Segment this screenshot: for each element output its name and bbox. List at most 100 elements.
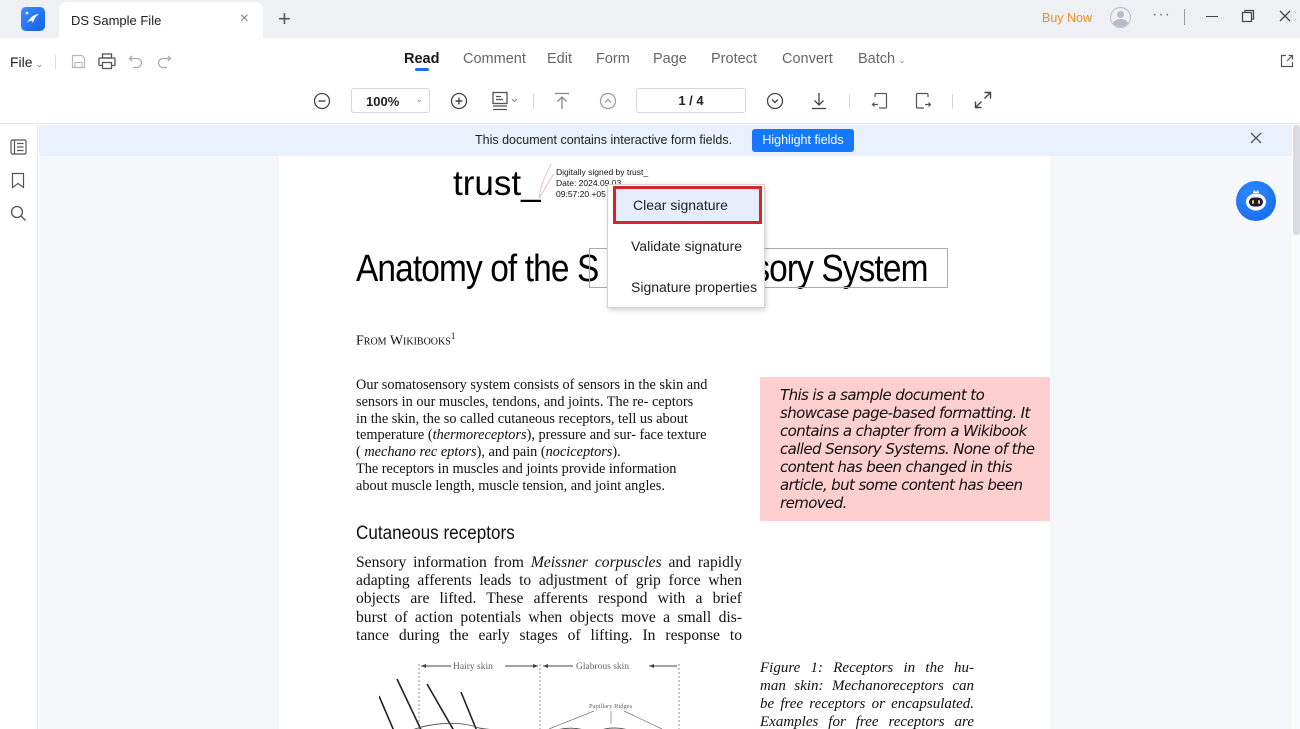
italic-run: mechano rec eptors <box>364 444 477 461</box>
source-label: From Wikibooks <box>356 333 451 349</box>
clear-signature-menu-item[interactable]: Clear signature <box>613 186 762 224</box>
signature-name[interactable]: trust_ <box>453 164 541 204</box>
account-avatar-icon[interactable] <box>1110 7 1131 28</box>
note-sidebox-text: This is a sample document to showcase pa… <box>780 386 1035 512</box>
file-menu[interactable]: File ⌄ <box>10 54 43 70</box>
file-menu-label: File <box>10 54 33 70</box>
tab-convert[interactable]: Convert <box>782 51 833 67</box>
text-line: objects are lifted. These afferents resp… <box>356 590 742 608</box>
reading-mode-icon[interactable] <box>491 91 521 116</box>
fullscreen-icon[interactable] <box>974 91 992 114</box>
tab-comment[interactable]: Comment <box>463 51 526 67</box>
menu-bar: File ⌄ Read Comment Edit Form Page Protec… <box>0 38 1300 84</box>
italic-run: nociceptors <box>545 444 613 461</box>
text-line: Sensory information from Meissner corpus… <box>356 554 742 572</box>
text-line: be free receptors or encapsulated. <box>760 696 974 712</box>
highlight-fields-button[interactable]: Highlight fields <box>752 129 854 152</box>
more-options-icon[interactable]: ··· <box>1152 6 1171 24</box>
document-tab-title: DS Sample File <box>71 13 162 28</box>
minimize-window-button[interactable] <box>1204 8 1220 24</box>
thumbnails-icon[interactable] <box>10 139 27 160</box>
first-page-icon[interactable] <box>554 92 570 115</box>
last-page-icon[interactable] <box>811 92 827 115</box>
chevron-down-icon: ⌄ <box>35 59 44 69</box>
text-line: The receptors in muscles and joints prov… <box>356 460 677 477</box>
toolbar: 100% ⌄ 1 / 4 <box>0 84 1300 124</box>
text-line: about muscle length, muscle tension, and… <box>356 477 665 494</box>
text-line: tance during the early stages of lifting… <box>356 626 742 644</box>
new-tab-button[interactable]: + <box>278 7 291 31</box>
validate-signature-menu-item[interactable]: Validate signature <box>609 227 764 265</box>
tab-read[interactable]: Read <box>404 51 439 67</box>
footnote-marker: 1 <box>450 331 456 341</box>
tab-page[interactable]: Page <box>653 51 687 67</box>
undo-icon[interactable] <box>128 54 144 74</box>
text-run: Sensory information from <box>356 554 531 571</box>
page-number-input[interactable]: 1 / 4 <box>636 88 746 113</box>
tab-batch[interactable]: Batch ⌄ <box>858 51 906 67</box>
form-fields-notice-bar: This document contains interactive form … <box>39 125 1292 156</box>
title-bar: DS Sample File × + Buy Now ··· <box>0 0 1300 38</box>
bookmark-icon[interactable] <box>11 172 25 194</box>
vertical-scrollbar[interactable] <box>1293 125 1300 729</box>
text-line: temperature (thermoreceptors), pressure … <box>356 427 748 444</box>
scrollbar-thumb[interactable] <box>1293 125 1300 235</box>
text-line: ( mechano rec eptors), and pain (nocicep… <box>356 444 748 461</box>
signature-context-menu: Clear signature Validate signature Signa… <box>607 184 765 308</box>
text-run: and rapidly <box>661 554 743 571</box>
previous-page-icon[interactable] <box>599 92 617 115</box>
zoom-level-select[interactable]: 100% ⌄ <box>351 88 430 113</box>
chevron-down-icon: ⌄ <box>415 94 423 104</box>
notice-text: This document contains interactive form … <box>475 133 733 147</box>
rotate-right-icon[interactable] <box>915 92 932 115</box>
chevron-down-icon: ⌄ <box>898 55 906 65</box>
text-line: Our somatosensory system consists of sen… <box>356 377 708 393</box>
divider <box>952 94 953 109</box>
close-window-button[interactable] <box>1277 8 1293 24</box>
signature-properties-menu-item[interactable]: Signature properties <box>609 268 764 306</box>
print-icon[interactable] <box>98 53 116 75</box>
tab-form[interactable]: Form <box>596 51 630 67</box>
divider <box>849 94 850 109</box>
text-run: ), pressure and sur- face texture <box>526 427 707 444</box>
tab-edit[interactable]: Edit <box>547 51 572 67</box>
zoom-in-icon[interactable] <box>450 92 468 115</box>
divider <box>533 94 534 109</box>
rotate-left-icon[interactable] <box>871 92 888 115</box>
section-paragraph: Sensory information from Meissner corpus… <box>356 554 742 645</box>
search-icon[interactable] <box>10 205 27 227</box>
text-line: man skin: Mechanoreceptors can <box>760 678 974 694</box>
text-line: Figure 1: Receptors in the hu- <box>760 660 974 676</box>
skin-receptors-figure: Hairy skin Glabrous skin Papillary Ridge… <box>379 662 680 729</box>
close-tab-icon[interactable]: × <box>240 11 249 27</box>
divider <box>1184 9 1185 25</box>
text-run: ). <box>612 444 621 461</box>
document-title-left: Anatomy of the S <box>356 248 599 290</box>
ai-assistant-robot-icon[interactable] <box>1236 181 1276 221</box>
redo-icon[interactable] <box>156 54 172 74</box>
open-external-icon[interactable] <box>1280 54 1294 73</box>
left-sidebar <box>0 125 38 729</box>
text-line: in the skin, the so called cutaneous rec… <box>356 410 688 427</box>
buy-now-link[interactable]: Buy Now <box>1042 11 1092 25</box>
tab-protect[interactable]: Protect <box>711 51 757 67</box>
document-tab[interactable]: DS Sample File × <box>59 2 263 38</box>
text-line: burst of action potentials when objects … <box>356 608 742 626</box>
text-line: Examples for free receptors are <box>760 714 974 729</box>
signature-squiggle-icon <box>538 163 555 199</box>
close-notice-icon[interactable] <box>1249 131 1263 150</box>
figure-label-hairy: Hairy skin <box>453 662 493 672</box>
next-page-icon[interactable] <box>766 92 784 115</box>
text-run: ), and pain ( <box>476 444 546 461</box>
restore-window-button[interactable] <box>1240 8 1256 24</box>
italic-run: Meissner corpuscles <box>530 554 662 571</box>
section-heading: Cutaneous receptors <box>356 523 515 544</box>
zoom-out-icon[interactable] <box>313 92 331 115</box>
figure-divider-line <box>418 664 680 729</box>
active-tab-indicator <box>415 68 429 71</box>
save-icon[interactable] <box>71 54 86 74</box>
app-logo-icon[interactable] <box>21 7 45 31</box>
note-sidebox: This is a sample document to showcase pa… <box>760 377 1050 521</box>
text-run: temperature ( <box>356 427 433 444</box>
zoom-level-value: 100% <box>366 94 400 109</box>
